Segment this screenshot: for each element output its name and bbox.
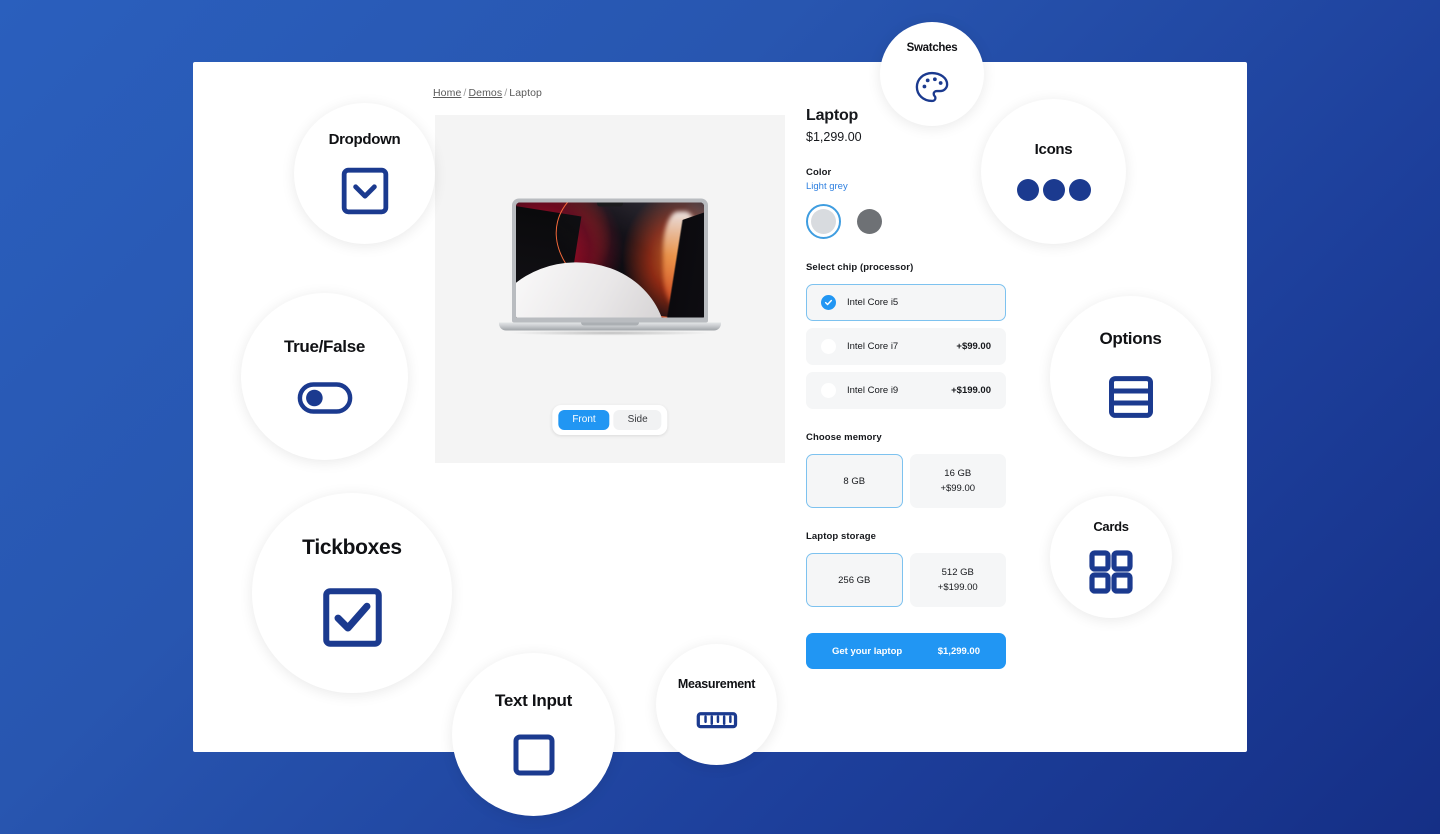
list-rows-icon: [1105, 371, 1157, 423]
callout-label: Measurement: [677, 677, 756, 692]
callout-dropdown: Dropdown: [294, 103, 435, 244]
ruler-icon: [696, 709, 738, 731]
callout-label: Options: [1099, 329, 1162, 348]
callout-measurement: Measurement: [656, 644, 777, 765]
callout-label: Dropdown: [328, 130, 401, 148]
callout-label: Icons: [1034, 141, 1073, 158]
chip-option-i9[interactable]: Intel Core i9 +$199.00: [806, 372, 1006, 409]
checkbox-checked-icon: [321, 586, 384, 649]
color-group: Color Light grey: [806, 167, 1006, 239]
product-options-column: Laptop $1,299.00 Color Light grey Select…: [806, 107, 1006, 669]
view-pill-side[interactable]: Side: [613, 410, 662, 430]
callout-label: Text Input: [495, 691, 572, 710]
memory-option-extra: +$99.00: [940, 483, 976, 494]
storage-option-main: 512 GB: [941, 567, 974, 578]
breadcrumb: Home / Demos / Laptop: [433, 87, 542, 99]
chip-option-label: Intel Core i5: [847, 297, 899, 308]
product-price: $1,299.00: [806, 130, 862, 144]
callout-cards: Cards: [1050, 496, 1172, 618]
radio-selected-icon: [821, 295, 836, 310]
callout-options: Options: [1050, 296, 1211, 457]
laptop-base: [499, 322, 721, 331]
storage-option-main: 256 GB: [838, 574, 871, 586]
callout-label: Swatches: [906, 42, 958, 55]
memory-label: Choose memory: [806, 432, 882, 443]
screenshot-root: Home / Demos / Laptop Front Side Laptop …: [0, 0, 1440, 834]
palette-icon: [914, 69, 950, 105]
chip-label: Select chip (processor): [806, 262, 914, 273]
storage-option-256gb[interactable]: 256 GB: [806, 553, 903, 607]
memory-option-list: 8 GB 16 GB +$99.00: [806, 454, 1006, 508]
get-your-laptop-button[interactable]: Get your laptop $1,299.00: [806, 633, 1006, 669]
chip-option-list: Intel Core i5 Intel Core i7 +$99.00 Inte…: [806, 284, 1006, 409]
storage-option-extra: +$199.00: [937, 582, 978, 593]
chip-option-label: Intel Core i9: [847, 385, 899, 396]
radio-unselected-icon: [821, 383, 836, 398]
chip-option-extra: +$99.00: [956, 341, 991, 352]
product-image-area: Front Side: [435, 115, 785, 463]
laptop-screen-bezel: [512, 198, 708, 323]
memory-option-main: 8 GB: [843, 475, 866, 487]
chip-option-label: Intel Core i7: [847, 341, 899, 352]
color-selected-value: Light grey: [806, 181, 848, 192]
storage-group: Laptop storage 256 GB 512 GB +$199.00: [806, 531, 1006, 607]
view-toggle-group[interactable]: Front Side: [552, 405, 668, 435]
chip-group: Select chip (processor) Intel Core i5 In…: [806, 262, 1006, 409]
laptop-shadow: [510, 330, 710, 336]
memory-option-main: 16 GB: [944, 468, 972, 479]
chip-option-i7[interactable]: Intel Core i7 +$99.00: [806, 328, 1006, 365]
three-dots-icon: [1016, 179, 1091, 201]
memory-option-16gb[interactable]: 16 GB +$99.00: [909, 454, 1006, 508]
callout-true-false: True/False: [241, 293, 408, 460]
storage-option-512gb[interactable]: 512 GB +$199.00: [909, 553, 1006, 607]
color-swatch-list: [806, 204, 1006, 239]
laptop-notch: [597, 202, 623, 207]
breadcrumb-link-home[interactable]: Home: [433, 87, 461, 99]
callout-text-input: Text Input: [452, 653, 615, 816]
laptop-illustration: [499, 198, 721, 336]
chip-option-extra: +$199.00: [951, 385, 991, 396]
view-pill-front[interactable]: Front: [558, 410, 610, 430]
color-swatch-space-grey[interactable]: [852, 204, 887, 239]
cta-label: Get your laptop: [832, 645, 903, 657]
memory-group: Choose memory 8 GB 16 GB +$99.00: [806, 432, 1006, 508]
callout-label: Cards: [1093, 519, 1129, 534]
color-swatch-light-grey[interactable]: [806, 204, 841, 239]
callout-swatches: Swatches: [880, 22, 984, 126]
cta-price: $1,299.00: [937, 645, 980, 657]
breadcrumb-link-demos[interactable]: Demos: [468, 87, 502, 99]
storage-option-list: 256 GB 512 GB +$199.00: [806, 553, 1006, 607]
input-box-icon: [512, 733, 556, 777]
laptop-wallpaper: [516, 202, 704, 318]
grid-four-icon: [1089, 550, 1133, 594]
breadcrumb-current: Laptop: [509, 87, 542, 99]
chip-option-i5[interactable]: Intel Core i5: [806, 284, 1006, 321]
color-label: Color: [806, 167, 832, 178]
chevron-down-box-icon: [340, 166, 390, 216]
storage-label: Laptop storage: [806, 531, 877, 542]
callout-icons: Icons: [981, 99, 1126, 244]
callout-label: Tickboxes: [302, 536, 402, 559]
toggle-switch-icon: [297, 381, 353, 415]
callout-label: True/False: [283, 337, 366, 356]
callout-tickboxes: Tickboxes: [252, 493, 452, 693]
memory-option-8gb[interactable]: 8 GB: [806, 454, 903, 508]
radio-unselected-icon: [821, 339, 836, 354]
